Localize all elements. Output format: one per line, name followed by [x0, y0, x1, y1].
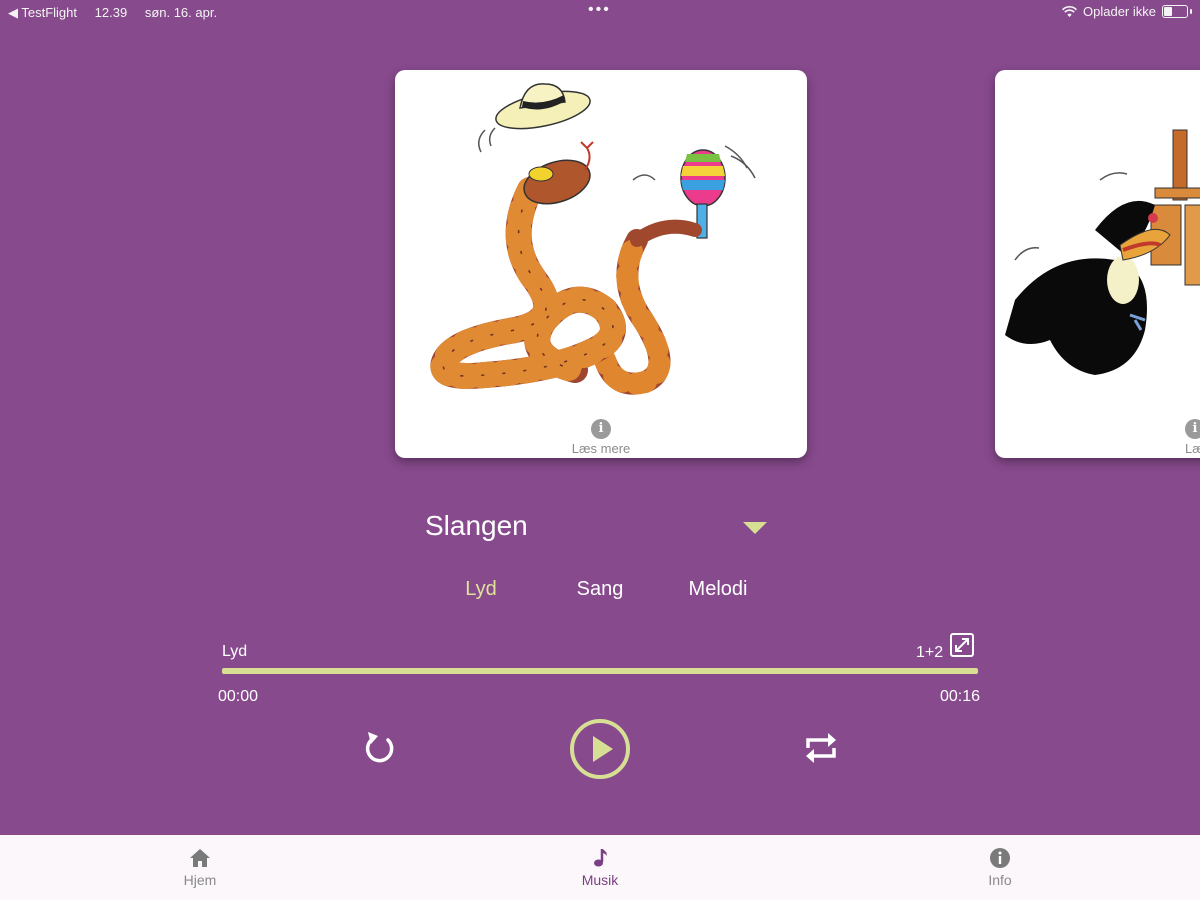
battery-icon [1162, 5, 1188, 18]
toucan-illustration [1005, 129, 1200, 375]
read-more-label: Læs mere [571, 441, 631, 456]
wifi-icon [1062, 5, 1077, 17]
tab-melodi[interactable]: Melodi [689, 578, 748, 601]
info-icon [990, 848, 1010, 868]
music-note-icon [594, 849, 607, 867]
nav-label: Info [988, 872, 1012, 888]
battery-tip [1190, 9, 1192, 14]
snake-illustration [430, 83, 756, 395]
song-dropdown[interactable]: Slangen [425, 508, 775, 548]
tab-lyd[interactable]: Lyd [465, 578, 497, 601]
instrument-card-toucan[interactable]: i Læs [995, 70, 1200, 458]
time-current: 00:00 [218, 688, 259, 705]
tab-sang[interactable]: Sang [577, 578, 624, 601]
nav-label: Hjem [183, 872, 217, 888]
read-more-label: Læs [1185, 441, 1200, 456]
nav-item-info[interactable]: Info [960, 847, 1040, 888]
read-more-link[interactable]: i Læs mere [395, 419, 807, 456]
play-icon [593, 736, 613, 762]
multitasking-dots[interactable]: ••• [588, 1, 611, 19]
nav-item-musik[interactable]: Musik [560, 847, 640, 888]
time-total: 00:16 [940, 688, 981, 705]
expand-icon[interactable] [950, 633, 974, 657]
status-date: søn. 16. apr. [144, 5, 218, 20]
read-more-link-next[interactable]: i Læs [995, 419, 1200, 456]
charging-status: Oplader ikke [1083, 4, 1156, 19]
home-icon [190, 849, 210, 867]
repeat-icon[interactable] [800, 728, 842, 768]
status-bar: ◀ TestFlight 12.39 søn. 16. apr. ••• Opl… [0, 0, 1200, 24]
track-count: 1+2 [916, 644, 944, 661]
play-button[interactable] [569, 718, 631, 780]
info-icon: i [1185, 419, 1200, 439]
back-to-testflight[interactable]: ◀ TestFlight [8, 5, 77, 20]
chevron-down-icon [743, 522, 767, 534]
progress-bar[interactable] [222, 668, 978, 674]
instrument-card-snake[interactable]: i Læs mere [395, 70, 807, 458]
status-time: 12.39 [94, 5, 128, 20]
nav-label: Musik [581, 872, 619, 888]
song-title: Slangen [425, 510, 528, 541]
restart-icon[interactable] [360, 728, 400, 768]
bottom-nav: Hjem Musik Info [0, 835, 1200, 900]
nav-item-hjem[interactable]: Hjem [160, 847, 240, 888]
track-label: Lyd [222, 643, 248, 660]
info-icon: i [591, 419, 611, 439]
